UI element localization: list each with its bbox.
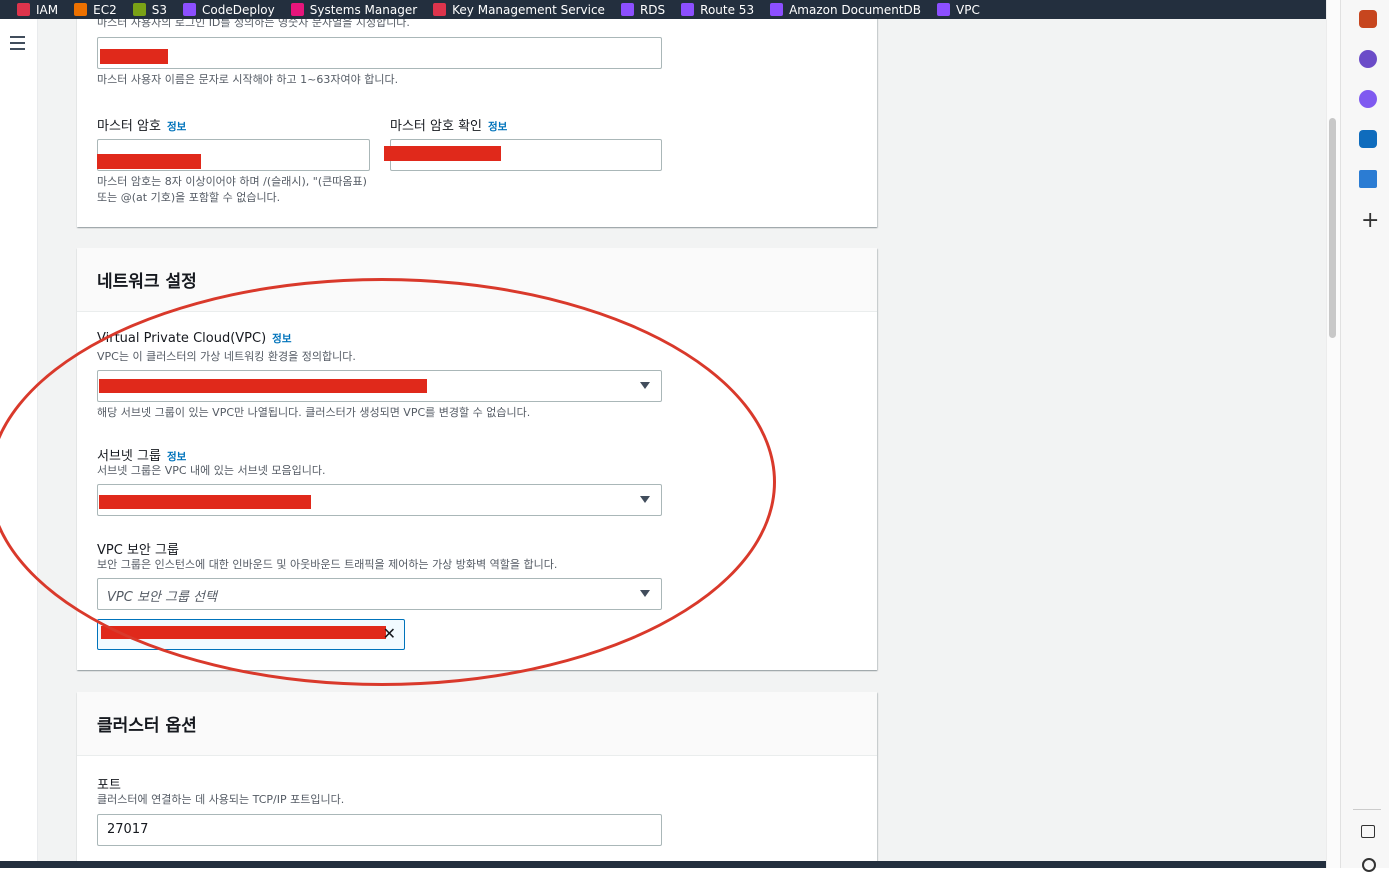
master-password-confirm-label-text: 마스터 암호 확인	[390, 119, 482, 134]
service-link[interactable]: S3	[132, 2, 167, 17]
split-view-icon[interactable]	[1361, 825, 1375, 838]
briefcase-icon[interactable]	[1359, 10, 1377, 28]
redacted-password-confirm	[384, 146, 501, 161]
port-input[interactable]: 27017	[97, 814, 662, 846]
service-link[interactable]: CodeDeploy	[182, 2, 275, 17]
chevron-down-icon	[640, 496, 650, 503]
network-settings-title: 네트워크 설정	[97, 272, 197, 292]
chevron-down-icon	[640, 382, 650, 389]
subnet-group-label-text: 서브넷 그룹	[97, 449, 161, 464]
service-label: Amazon DocumentDB	[789, 2, 922, 17]
browser-sidebar: +	[1340, 0, 1389, 872]
master-password-label-text: 마스터 암호	[97, 119, 161, 134]
service-label: IAM	[36, 2, 59, 17]
master-username-input[interactable]	[97, 37, 662, 69]
vpc-hint: 해당 서브넷 그룹이 있는 VPC만 나열됩니다. 클러스터가 생성되면 VPC…	[97, 406, 531, 419]
vpc-security-group-select[interactable]: VPC 보안 그룹 선택	[97, 578, 662, 610]
main-content: 마스터 사용자의 로그인 ID를 정의하는 영숫자 문자열을 지정합니다. 마스…	[38, 19, 1326, 861]
iam-icon	[17, 3, 30, 16]
kms-icon	[433, 3, 447, 16]
network-settings-panel: 네트워크 설정 Virtual Private Cloud(VPC) 정보 VPC…	[77, 248, 877, 670]
port-value: 27017	[107, 822, 149, 837]
redacted-vpc-value	[99, 379, 427, 393]
cluster-options-panel: 클러스터 옵션 포트 클러스터에 연결하는 데 사용되는 TCP/IP 포트입니…	[77, 692, 877, 861]
ec2-icon	[74, 3, 88, 16]
master-password-input[interactable]	[97, 139, 370, 171]
username-hint: 마스터 사용자 이름은 문자로 시작해야 하고 1~63자여야 합니다.	[97, 73, 399, 86]
cluster-options-title: 클러스터 옵션	[97, 716, 197, 736]
username-description: 마스터 사용자의 로그인 ID를 정의하는 영숫자 문자열을 지정합니다.	[97, 19, 410, 29]
selected-security-group-token: ✕	[97, 619, 405, 650]
sidebar-divider	[1353, 809, 1381, 810]
cluster-options-header: 클러스터 옵션	[77, 692, 877, 756]
service-link[interactable]: EC2	[74, 3, 117, 17]
games-icon[interactable]	[1359, 50, 1377, 68]
redacted-password	[97, 154, 201, 169]
service-favorites-bar: IAM EC2 S3 CodeDeploy Systems Manager Key Man…	[0, 0, 1326, 19]
service-link[interactable]: VPC	[937, 3, 980, 17]
vpc-security-group-placeholder: VPC 보안 그룹 선택	[107, 590, 217, 605]
documentdb-icon	[770, 3, 784, 16]
password-hint-line2: 또는 @(at 기호)을 포함할 수 없습니다.	[97, 191, 281, 204]
authentication-panel: 마스터 사용자의 로그인 ID를 정의하는 영숫자 문자열을 지정합니다. 마스…	[77, 19, 877, 227]
vpc-label-text: Virtual Private Cloud(VPC)	[97, 331, 267, 346]
vpc-info-link[interactable]: 정보	[272, 333, 291, 345]
vpc-security-group-label: VPC 보안 그룹	[97, 543, 179, 558]
send-icon[interactable]	[1359, 170, 1377, 188]
subnet-group-label: 서브넷 그룹 정보	[97, 445, 186, 464]
side-navigation	[0, 19, 38, 868]
service-link[interactable]: IAM	[17, 3, 58, 17]
menu-icon[interactable]	[10, 36, 25, 54]
master-password-confirm-label: 마스터 암호 확인 정보	[390, 115, 507, 134]
service-link[interactable]: Systems Manager	[290, 2, 418, 17]
copilot-icon[interactable]	[1359, 90, 1377, 108]
service-label: Route 53	[700, 2, 755, 17]
service-link[interactable]: Amazon DocumentDB	[770, 3, 921, 17]
subnet-info-link[interactable]: 정보	[167, 451, 186, 463]
service-label: EC2	[93, 2, 117, 17]
bottom-bar	[0, 861, 1326, 868]
service-label: S3	[151, 2, 167, 17]
vpc-icon	[937, 3, 951, 16]
service-link[interactable]: Route 53	[681, 3, 754, 17]
password-hint: 마스터 암호는 8자 이상이어야 하며 /(슬래시), "(큰따옴표) 또는 @…	[97, 174, 367, 206]
service-label: VPC	[956, 2, 980, 17]
port-label: 포트	[97, 778, 121, 793]
s3-icon	[132, 3, 146, 16]
password-confirm-info-link[interactable]: 정보	[488, 121, 507, 133]
service-label: RDS	[639, 2, 666, 17]
outlook-icon[interactable]	[1359, 130, 1377, 148]
settings-icon[interactable]	[1362, 858, 1376, 872]
add-icon[interactable]: +	[1361, 208, 1379, 233]
subnet-group-description: 서브넷 그룹은 VPC 내에 있는 서브넷 모음입니다.	[97, 464, 326, 477]
redacted-subnet-value	[99, 495, 311, 509]
close-icon[interactable]: ✕	[383, 624, 396, 644]
master-password-confirm-input[interactable]	[384, 139, 662, 171]
network-settings-header: 네트워크 설정	[77, 248, 877, 312]
service-label: Key Management Service	[452, 2, 605, 17]
vpc-label: Virtual Private Cloud(VPC) 정보	[97, 331, 291, 346]
service-label: Systems Manager	[309, 2, 418, 17]
service-label: CodeDeploy	[201, 2, 275, 17]
service-link[interactable]: Key Management Service	[433, 3, 605, 17]
port-description: 클러스터에 연결하는 데 사용되는 TCP/IP 포트입니다.	[97, 793, 345, 806]
redacted-security-group	[101, 626, 386, 639]
password-info-link[interactable]: 정보	[167, 121, 186, 133]
rds-icon	[620, 3, 634, 16]
route53-icon	[681, 3, 695, 16]
password-hint-line1: 마스터 암호는 8자 이상이어야 하며 /(슬래시), "(큰따옴표)	[97, 175, 367, 188]
vpc-select[interactable]	[97, 370, 662, 402]
redacted-username	[100, 49, 168, 64]
master-password-label: 마스터 암호 정보	[97, 115, 186, 134]
vpc-description: VPC는 이 클러스터의 가상 네트워킹 환경을 정의합니다.	[97, 350, 356, 363]
chevron-down-icon	[640, 590, 650, 597]
vpc-security-group-description: 보안 그룹은 인스턴스에 대한 인바운드 및 아웃바운드 트래픽을 제어하는 가…	[97, 558, 558, 571]
systems-manager-icon	[290, 3, 304, 16]
codedeploy-icon	[182, 3, 196, 16]
scrollbar-thumb[interactable]	[1329, 118, 1336, 338]
service-link[interactable]: RDS	[620, 2, 666, 17]
subnet-group-select[interactable]	[97, 484, 662, 516]
